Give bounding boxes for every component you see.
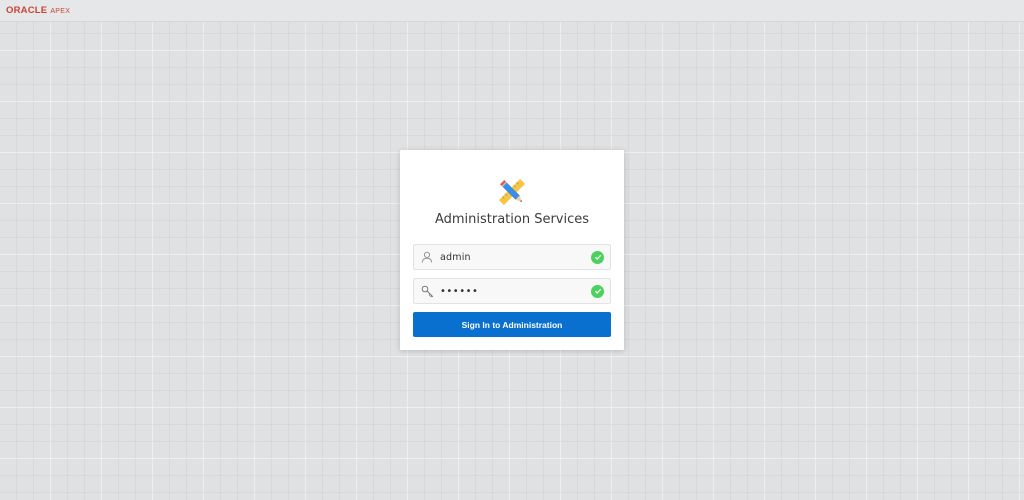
username-valid-check-icon xyxy=(591,250,604,264)
password-field[interactable]: •••••• xyxy=(413,278,611,304)
top-bar: ORACLE APEX xyxy=(0,0,1024,22)
page-title: Administration Services xyxy=(434,212,590,227)
login-card: Administration Services admin •••••• Sig… xyxy=(400,150,624,350)
pencil-ruler-icon xyxy=(499,179,525,205)
oracle-apex-logo[interactable]: ORACLE APEX xyxy=(6,5,70,16)
logo-apex-text: APEX xyxy=(50,8,71,15)
username-input[interactable]: admin xyxy=(440,252,591,263)
sign-in-button[interactable]: Sign In to Administration xyxy=(413,312,611,337)
username-field[interactable]: admin xyxy=(413,244,611,270)
key-icon xyxy=(414,279,440,303)
user-icon xyxy=(414,245,440,269)
logo-oracle-text: ORACLE xyxy=(6,5,48,16)
password-valid-check-icon xyxy=(591,284,604,298)
password-input[interactable]: •••••• xyxy=(440,286,591,297)
